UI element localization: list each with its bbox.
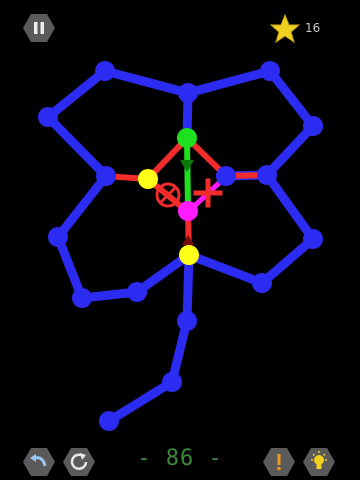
node[interactable] — [177, 311, 197, 331]
edge-green — [184, 135, 191, 213]
node[interactable] — [72, 288, 92, 308]
node[interactable] — [303, 116, 323, 136]
node[interactable] — [96, 166, 116, 186]
hint-button[interactable] — [263, 448, 295, 476]
node[interactable] — [216, 166, 236, 186]
undo-icon — [23, 448, 55, 476]
edge — [262, 121, 318, 180]
arrow-down-icon — [180, 160, 194, 172]
pause-icon — [23, 14, 55, 42]
node[interactable] — [162, 372, 182, 392]
edge — [43, 66, 110, 122]
prohibited-icon — [155, 182, 181, 208]
node[interactable] — [252, 273, 272, 293]
node[interactable] — [303, 229, 323, 249]
edge — [257, 234, 318, 288]
node[interactable] — [38, 107, 58, 127]
move-counter: - 86 - — [137, 446, 223, 471]
node[interactable] — [48, 227, 68, 247]
edge — [262, 170, 318, 244]
edge — [104, 377, 177, 426]
edge — [43, 112, 111, 181]
node-yellow[interactable] — [138, 169, 158, 189]
star-count: 16 — [305, 21, 321, 35]
restart-button[interactable] — [63, 448, 95, 476]
undo-button[interactable] — [23, 448, 55, 476]
pause-button[interactable] — [23, 14, 55, 42]
edge — [184, 250, 267, 288]
edge — [183, 66, 275, 98]
star-icon — [270, 14, 300, 44]
lightbulb-button[interactable] — [303, 448, 335, 476]
restart-icon — [63, 448, 95, 476]
node[interactable] — [178, 83, 198, 103]
puzzle-board[interactable] — [0, 0, 360, 480]
node[interactable] — [260, 61, 280, 81]
node[interactable] — [95, 61, 115, 81]
edge — [100, 66, 193, 98]
exclamation-icon — [263, 448, 295, 476]
edge — [265, 66, 318, 131]
node-magenta[interactable] — [178, 201, 198, 221]
edge — [53, 171, 111, 242]
arrow-up-icon — [182, 235, 194, 245]
node[interactable] — [257, 165, 277, 185]
node[interactable] — [99, 411, 119, 431]
node[interactable] — [127, 282, 147, 302]
node-green[interactable] — [177, 128, 197, 148]
lightbulb-icon — [303, 448, 335, 476]
node-yellow[interactable] — [179, 245, 199, 265]
